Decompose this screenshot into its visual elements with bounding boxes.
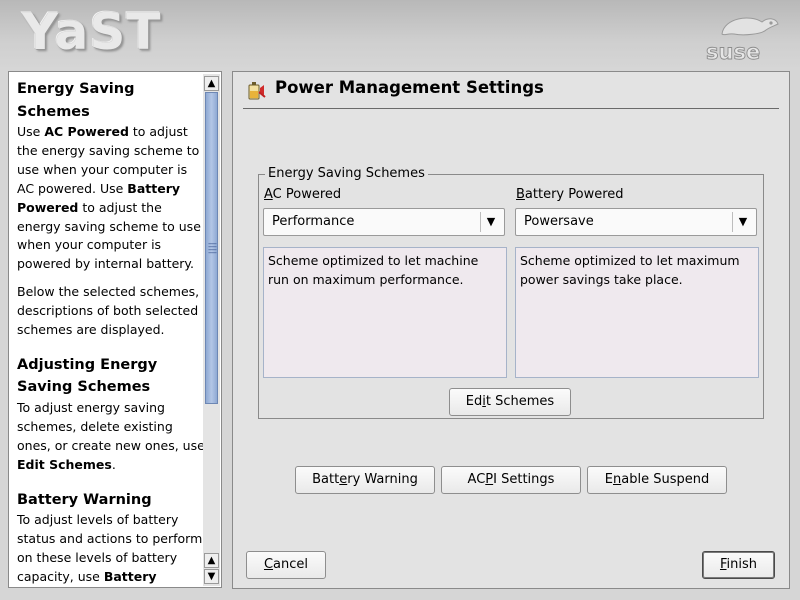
help-section-battery-warning: Battery Warning To adjust levels of batt… xyxy=(17,489,205,587)
chevron-down-icon[interactable]: ▼ xyxy=(732,212,753,232)
ac-powered-value: Performance xyxy=(272,214,355,229)
battery-powered-select[interactable]: Powersave ▼ xyxy=(515,208,757,236)
title-divider xyxy=(243,108,779,109)
edit-schemes-button[interactable]: Edit Schemes xyxy=(449,388,571,416)
battery-warning-button[interactable]: Battery Warning xyxy=(295,466,435,494)
grip-icon: — — — — xyxy=(208,239,217,258)
help-scrollbar[interactable]: ▲ — — — — ▲ ▼ xyxy=(203,74,220,586)
battery-scheme-description: Scheme optimized to let maximum power sa… xyxy=(515,247,759,378)
cancel-button[interactable]: Cancel xyxy=(246,551,326,579)
help-heading-energy-saving: Energy Saving Schemes xyxy=(17,81,135,120)
battery-powered-value: Powersave xyxy=(524,214,594,229)
ac-powered-select[interactable]: Performance ▼ xyxy=(263,208,505,236)
scroll-down-arrow-icon[interactable]: ▼ xyxy=(204,569,219,584)
enable-suspend-button[interactable]: Enable Suspend xyxy=(587,466,727,494)
suse-logo-text: suse xyxy=(706,40,760,64)
help-heading-battery-warning: Battery Warning xyxy=(17,491,152,508)
help-text: Energy Saving Schemes Use AC Powered to … xyxy=(17,78,205,587)
help-paragraph: To adjust energy saving schemes, delete … xyxy=(17,399,205,472)
power-management-icon xyxy=(248,82,266,100)
help-panel: Energy Saving Schemes Use AC Powered to … xyxy=(8,71,222,588)
scroll-up-arrow-icon[interactable]: ▲ xyxy=(204,76,219,91)
finish-button[interactable]: Finish xyxy=(702,551,775,579)
header-bar: YaST suse xyxy=(0,0,800,70)
help-section-adjusting: Adjusting Energy Saving Schemes To adjus… xyxy=(17,354,205,475)
page-title: Power Management Settings xyxy=(275,78,544,97)
group-label: Energy Saving Schemes xyxy=(265,166,428,181)
suse-logo: suse xyxy=(706,17,779,64)
main-panel: Power Management Settings Energy Saving … xyxy=(232,71,790,589)
yast-logo: YaST xyxy=(22,3,162,61)
ac-scheme-description: Scheme optimized to let machine run on m… xyxy=(263,247,507,378)
help-paragraph: Use AC Powered to adjust the energy savi… xyxy=(17,124,201,272)
help-paragraph: Below the selected schemes, descriptions… xyxy=(17,284,200,338)
scrollbar-thumb[interactable]: — — — — xyxy=(205,92,218,404)
acpi-settings-button[interactable]: ACPI Settings xyxy=(441,466,581,494)
battery-powered-label: Battery Powered xyxy=(516,187,624,202)
help-section-energy-saving: Energy Saving Schemes Use AC Powered to … xyxy=(17,78,205,340)
help-paragraph: To adjust levels of battery status and a… xyxy=(17,512,203,584)
chevron-down-icon[interactable]: ▼ xyxy=(480,212,501,232)
help-heading-adjusting: Adjusting Energy Saving Schemes xyxy=(17,356,158,396)
ac-powered-label: AC Powered xyxy=(264,187,342,202)
energy-saving-schemes-group: Energy Saving Schemes AC Powered Battery… xyxy=(258,166,764,419)
scroll-up-arrow-icon[interactable]: ▲ xyxy=(204,553,219,568)
